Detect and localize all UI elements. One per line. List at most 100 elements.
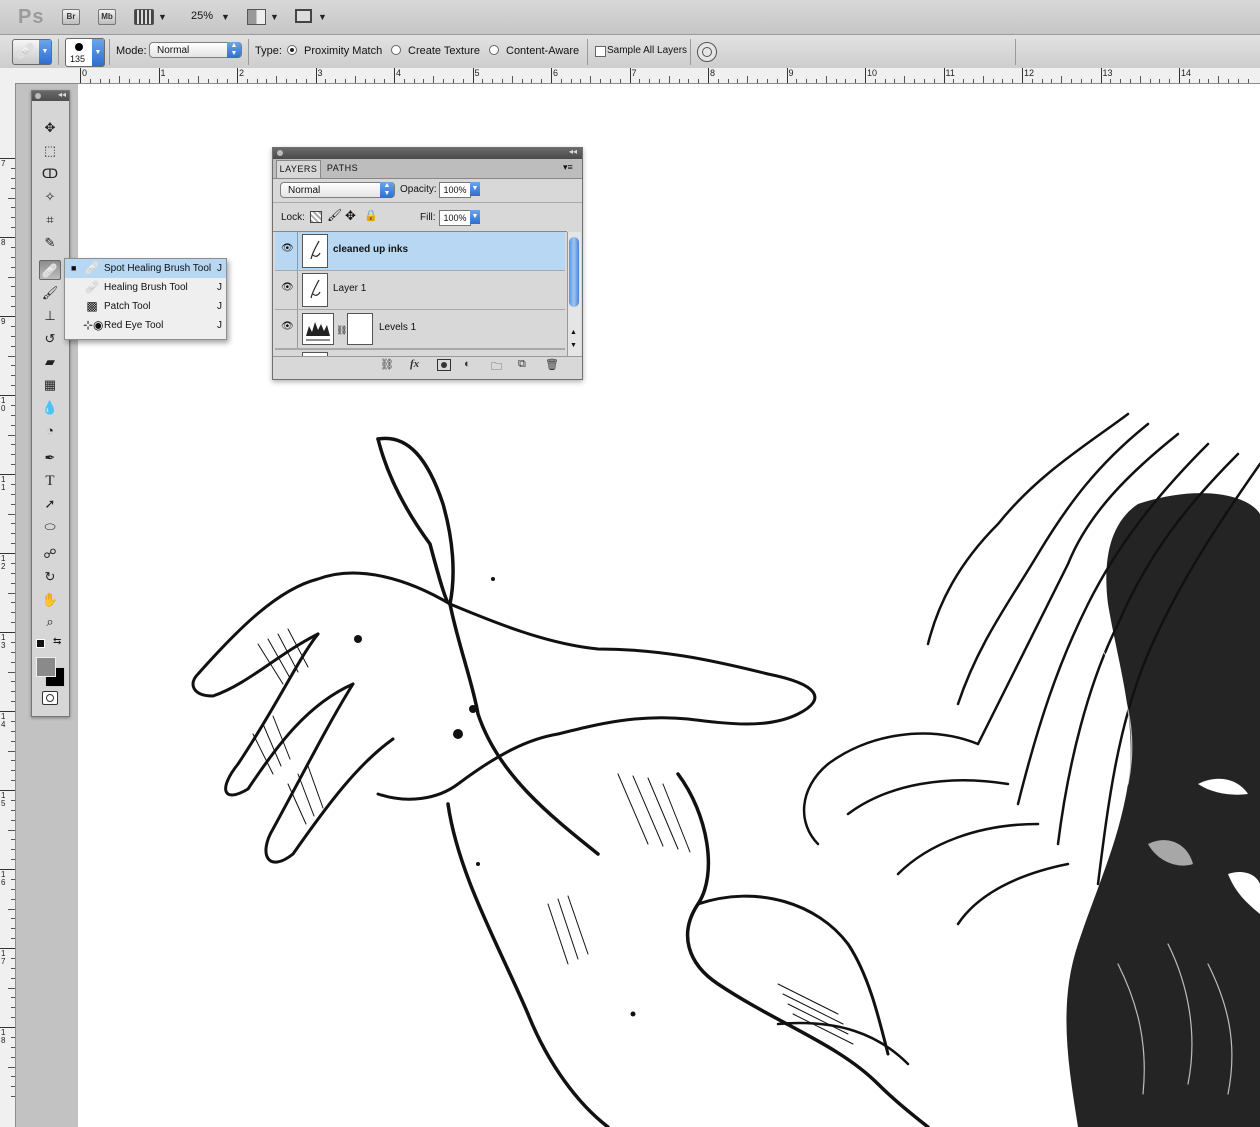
radio-content-aware[interactable] [489, 45, 499, 55]
layer-mask-thumbnail[interactable] [347, 313, 373, 345]
clone-stamp-tool-icon[interactable]: ⊥ [39, 306, 61, 326]
arrange-documents-icon[interactable] [247, 9, 266, 25]
panel-menu-icon[interactable]: ▾≡ [563, 162, 573, 173]
tool-preset-picker[interactable]: 🩹 ▼ [12, 39, 52, 65]
quick-selection-tool-icon[interactable]: ✧ [39, 187, 61, 207]
quick-mask-icon[interactable] [42, 691, 58, 705]
chevron-down-icon[interactable]: ▼ [470, 210, 480, 224]
brush-picker[interactable]: 135 ▼ [65, 38, 105, 67]
proximity-match-label[interactable]: Proximity Match [304, 45, 382, 57]
3d-orbit-tool-icon[interactable]: ↻ [39, 567, 61, 587]
default-colors-icon[interactable] [36, 639, 45, 648]
flyout-item-healing-brush[interactable]: 🩹 Healing Brush Tool J [65, 278, 226, 297]
collapse-icon[interactable]: ◂◂ [569, 147, 577, 156]
lock-transparent-pixels-icon[interactable] [310, 211, 322, 223]
lock-image-pixels-icon[interactable]: 🖌 [327, 208, 342, 222]
fill-input[interactable]: 100% [439, 210, 471, 226]
tab-paths[interactable]: PATHS [321, 160, 364, 177]
arrange-dropdown-icon[interactable]: ▼ [270, 12, 279, 22]
ruler-label: 11 [945, 68, 955, 78]
gradient-tool-icon[interactable]: ▦ [39, 375, 61, 395]
view-extras-icon[interactable] [134, 9, 154, 25]
ruler-tick [237, 68, 238, 83]
ruler-tick [394, 68, 395, 83]
sample-all-layers-checkbox[interactable] [595, 46, 606, 57]
zoom-tool-icon[interactable]: ⌕ [39, 612, 61, 632]
add-mask-icon[interactable] [437, 359, 451, 371]
radio-proximity-match[interactable] [287, 45, 297, 55]
document-canvas[interactable] [78, 84, 1260, 1127]
content-aware-label[interactable]: Content-Aware [506, 45, 579, 57]
ruler-minor-tick [600, 79, 602, 83]
create-texture-label[interactable]: Create Texture [408, 45, 480, 57]
visibility-eye-icon[interactable]: 👁 [281, 283, 294, 293]
foreground-color-swatch[interactable] [36, 657, 56, 677]
radio-create-texture[interactable] [391, 45, 401, 55]
screen-mode-dropdown-icon[interactable]: ▼ [318, 12, 327, 22]
ruler-minor-tick [109, 79, 111, 83]
layers-scrollbar[interactable]: ▲ ▼ [567, 232, 581, 356]
pen-tool-icon[interactable]: ✒ [39, 448, 61, 468]
type-tool-icon[interactable]: T [39, 471, 61, 491]
ruler-minor-tick [1129, 79, 1131, 83]
layer-row[interactable]: 👁 ⛓ Levels 1 [275, 310, 565, 349]
move-tool-icon[interactable]: ✥ [39, 118, 61, 138]
view-extras-dropdown-icon[interactable]: ▼ [158, 12, 167, 22]
zoom-dropdown-icon[interactable]: ▼ [221, 12, 230, 22]
opacity-input[interactable]: 100% [439, 182, 471, 198]
screen-mode-icon[interactable] [295, 9, 312, 23]
ruler-minor-tick [825, 76, 827, 83]
adjustment-layer-icon[interactable]: ◐ [464, 358, 471, 370]
spot-healing-brush-tool-icon[interactable]: 🩹 [39, 260, 61, 280]
path-selection-tool-icon[interactable]: ➚ [39, 494, 61, 514]
layers-panel-header[interactable]: ◂◂ [273, 147, 582, 159]
zoom-level[interactable]: 25% [191, 10, 213, 22]
lock-all-icon[interactable]: 🔒 [364, 209, 378, 222]
delete-layer-icon[interactable]: 🗑 [545, 358, 559, 371]
hand-tool-icon[interactable]: ✋ [39, 590, 61, 610]
flyout-item-spot-healing-brush[interactable]: ■ 🩹 Spot Healing Brush Tool J [65, 259, 226, 278]
eyedropper-tool-icon[interactable]: ✎ [39, 233, 61, 253]
ellipse-tool-icon[interactable]: ⬭ [39, 517, 61, 537]
crop-tool-icon[interactable]: ⌗ [39, 210, 61, 230]
chevron-down-icon[interactable]: ▼ [470, 182, 480, 196]
close-icon[interactable] [35, 93, 41, 99]
3d-rotate-tool-icon[interactable]: ☍ [39, 544, 61, 564]
mode-select[interactable]: Normal ▲ ▼ [149, 42, 242, 58]
ruler-label: 0 [82, 68, 88, 78]
ruler-minor-tick [904, 76, 906, 83]
lock-position-icon[interactable]: ✥ [345, 208, 356, 224]
close-icon[interactable] [277, 150, 283, 156]
layer-row[interactable]: 👁 cleaned up inks [275, 232, 565, 271]
blend-mode-select[interactable]: Normal ▲ ▼ [280, 182, 395, 198]
history-brush-tool-icon[interactable]: ↺ [39, 329, 61, 349]
sample-all-layers-label[interactable]: Sample All Layers [607, 45, 687, 56]
brush-tool-icon[interactable]: 🖌 [39, 283, 61, 303]
minibridge-button[interactable]: Mb [98, 9, 116, 25]
ruler-minor-tick [914, 79, 916, 83]
collapse-icon[interactable]: ◂◂ [58, 90, 66, 99]
ruler-minor-tick [1247, 79, 1249, 83]
flyout-item-patch[interactable]: ▩ Patch Tool J [65, 297, 226, 316]
layer-style-icon[interactable]: fx [410, 358, 419, 370]
tab-layers[interactable]: LAYERS [276, 160, 321, 178]
visibility-eye-icon[interactable]: 👁 [281, 322, 294, 332]
visibility-eye-icon[interactable]: 👁 [281, 244, 294, 254]
link-layers-icon[interactable]: ⛓ [380, 358, 394, 371]
tools-panel-header[interactable]: ◂◂ [32, 90, 69, 101]
lasso-tool-icon[interactable]: ↀ [39, 164, 61, 184]
scroll-down-icon[interactable]: ▼ [570, 342, 577, 349]
layer-row[interactable]: 👁 Layer 1 [275, 271, 565, 310]
pressure-size-icon[interactable] [697, 42, 717, 62]
bridge-button[interactable]: Br [62, 9, 80, 25]
new-layer-icon[interactable]: ⧉ [518, 358, 526, 371]
blur-tool-icon[interactable]: 💧 [39, 398, 61, 418]
new-group-icon[interactable]: 🗀 [491, 358, 502, 377]
scroll-up-icon[interactable]: ▲ [570, 329, 577, 336]
eraser-tool-icon[interactable]: ▰ [39, 352, 61, 372]
swap-colors-icon[interactable]: ⇆ [53, 636, 61, 647]
flyout-item-red-eye[interactable]: ⊹◉ Red Eye Tool J [65, 316, 226, 335]
scrollbar-thumb[interactable] [569, 237, 579, 307]
dodge-tool-icon[interactable]: ◔ [39, 421, 61, 441]
marquee-tool-icon[interactable]: ⬚ [39, 141, 61, 161]
